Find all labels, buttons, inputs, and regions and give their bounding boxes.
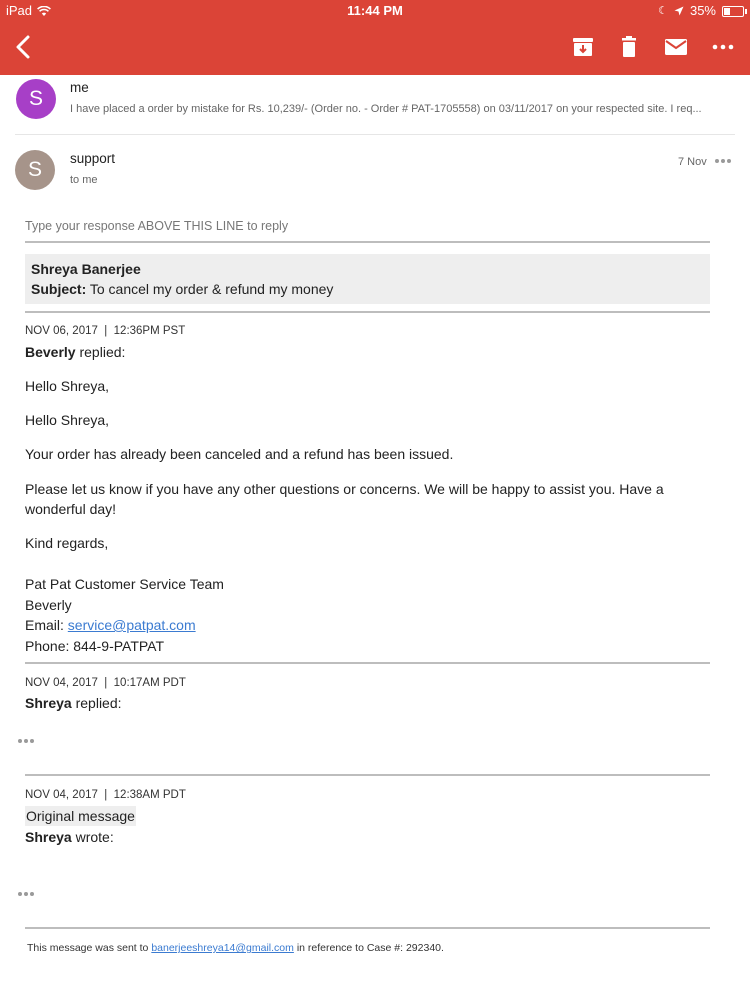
subject-line: Subject: To cancel my order & refund my … — [31, 281, 333, 297]
closing: Kind regards, — [25, 535, 109, 551]
divider — [25, 241, 710, 243]
subject-label: Subject: — [31, 281, 87, 297]
body-paragraph: Your order has already been canceled and… — [25, 446, 454, 462]
reply-line-hint: Type your response ABOVE THIS LINE to re… — [25, 219, 289, 233]
reply-action: replied: — [79, 344, 126, 360]
reply-meta: NOV 04, 2017 | 10:17AM PDT — [25, 677, 186, 689]
signature-name: Beverly — [25, 597, 72, 613]
body-paragraph: wonderful day! — [25, 501, 117, 517]
greeting: Hello Shreya, — [25, 378, 110, 394]
expand-quoted-icon[interactable] — [17, 891, 35, 897]
mail-icon[interactable] — [663, 36, 689, 58]
reply-meta: NOV 04, 2017 | 12:38AM PDT — [25, 789, 186, 801]
divider — [25, 927, 710, 929]
app-header: iPad 11:44 PM ☾ 35% — [0, 0, 750, 75]
battery-icon — [722, 5, 747, 17]
footer-prefix: This message was sent to — [27, 942, 149, 954]
signature-phone: Phone: 844-9-PATPAT — [25, 638, 165, 654]
reply-meta: NOV 06, 2017 | 12:36PM PST — [25, 325, 186, 337]
subject-text: To cancel my order & refund my money — [89, 281, 334, 297]
recipient-label[interactable]: to me — [70, 174, 98, 186]
reply-author-line: Shreya wrote: — [25, 827, 114, 847]
message-snippet: I have placed a order by mistake for Rs.… — [70, 103, 702, 115]
avatar: S — [15, 150, 55, 190]
location-icon — [674, 6, 684, 16]
expand-quoted-icon[interactable] — [17, 738, 35, 744]
sender-name: me — [70, 80, 89, 95]
email-label: Email: — [25, 617, 64, 633]
divider — [25, 662, 710, 664]
recipient-email-link[interactable]: banerjeeshreya14@gmail.com — [151, 942, 294, 954]
reply-action: wrote: — [75, 829, 114, 845]
signature-team: Pat Pat Customer Service Team — [25, 576, 224, 592]
moon-icon: ☾ — [658, 5, 668, 17]
reply-author: Beverly — [25, 344, 76, 360]
signature-email: Email: service@patpat.com — [25, 615, 196, 635]
divider — [25, 774, 710, 776]
battery-percent: 35% — [689, 3, 716, 18]
reply-action: replied: — [75, 695, 122, 711]
reply-author: Shreya — [25, 695, 72, 711]
sender-name: support — [70, 151, 116, 166]
status-right: ☾ 35% — [658, 2, 747, 20]
more-options-icon[interactable] — [714, 158, 732, 164]
email-footer: This message was sent to banerjeeshreya1… — [27, 942, 444, 954]
more-icon[interactable] — [710, 36, 736, 58]
message-date: 7 Nov — [678, 156, 707, 168]
divider — [15, 134, 735, 135]
reply-author-line: Beverly replied: — [25, 342, 125, 362]
reply-author: Shreya — [25, 829, 72, 845]
original-message-label: Original message — [25, 806, 136, 826]
status-time: 11:44 PM — [347, 3, 403, 18]
reply-author-line: Shreya replied: — [25, 693, 122, 713]
divider — [25, 311, 710, 313]
trash-icon[interactable] — [616, 36, 642, 58]
subject-box: Shreya Banerjee Subject: To cancel my or… — [25, 254, 710, 304]
support-email-link[interactable]: service@patpat.com — [68, 617, 196, 633]
back-arrow-icon[interactable] — [12, 34, 36, 60]
footer-suffix: in reference to Case #: 292340. — [296, 942, 444, 954]
archive-icon[interactable] — [570, 36, 596, 58]
greeting: Hello Shreya, — [25, 412, 110, 428]
avatar: S — [16, 79, 56, 119]
body-paragraph: Please let us know if you have any other… — [25, 481, 664, 497]
customer-name: Shreya Banerjee — [31, 261, 141, 277]
